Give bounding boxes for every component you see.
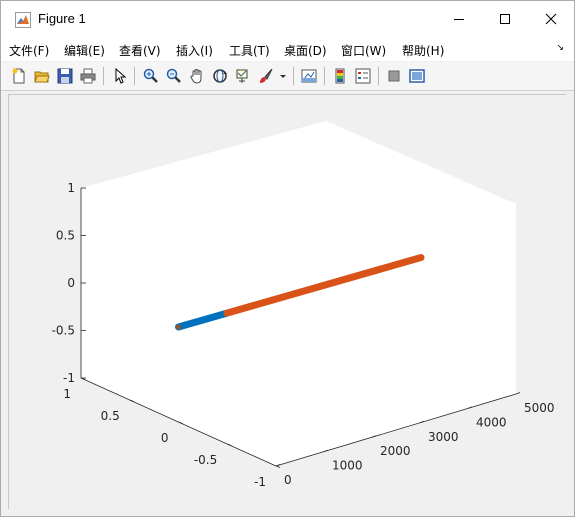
open-file-icon	[34, 71, 50, 83]
matlab-icon	[15, 12, 31, 28]
close-button[interactable]	[528, 1, 574, 37]
zoom-in-button[interactable]	[141, 66, 161, 86]
figure-toolbar	[1, 62, 574, 91]
maximize-button[interactable]	[482, 1, 528, 37]
series-start-marker	[176, 324, 181, 330]
z-tick-label: 0.5	[56, 229, 75, 243]
legend-icon	[355, 68, 371, 84]
menu-desktop[interactable]: 桌面(D)	[284, 42, 327, 59]
zoom-out-icon	[166, 68, 181, 83]
x-tick-label: 3000	[428, 430, 459, 444]
x-tick-label: 2000	[380, 444, 411, 458]
plot-3d[interactable]: 0 1000 2000 3000 4000 5000 -1 -0.5 0 0.5 1 -1 -0.5 0 0…	[9, 95, 566, 509]
toolbar-separator	[378, 67, 379, 85]
menu-bar: 文件(F) 编辑(E) 查看(V) 插入(I) 工具(T) 桌面(D) 窗口(W…	[1, 37, 574, 61]
brush-dropdown-button[interactable]	[277, 66, 287, 86]
window-title: Figure 1	[38, 11, 86, 26]
z-tick-label: 0	[67, 276, 75, 290]
z-tick-label: 1	[67, 181, 75, 195]
zoom-out-button[interactable]	[164, 66, 184, 86]
pan-button[interactable]	[187, 66, 207, 86]
open-file-button[interactable]	[32, 66, 52, 86]
menu-view[interactable]: 查看(V)	[119, 42, 161, 59]
new-figure-button[interactable]	[9, 66, 29, 86]
zoom-in-icon	[143, 68, 158, 83]
menu-file[interactable]: 文件(F)	[9, 42, 49, 59]
toolbar-separator	[134, 67, 135, 85]
x-tick-label: 1000	[332, 459, 363, 473]
print-icon	[80, 68, 96, 84]
y-tick-label: 0.5	[101, 409, 120, 423]
show-plot-tools-button[interactable]	[407, 66, 427, 86]
show-plot-tools-icon	[409, 69, 425, 83]
x-tick-label: 0	[284, 473, 292, 487]
x-tick-label: 5000	[524, 401, 555, 415]
dock-arrow-icon[interactable]: ↘	[556, 43, 564, 53]
y-tick	[275, 465, 281, 468]
legend-button[interactable]	[353, 66, 373, 86]
x-tick	[515, 392, 521, 395]
maximize-icon	[500, 14, 510, 24]
menu-tools[interactable]: 工具(T)	[229, 42, 270, 59]
figure-canvas: 0 1000 2000 3000 4000 5000 -1 -0.5 0 0.5 1 -1 -0.5 0 0…	[9, 95, 566, 509]
link-plot-icon	[301, 69, 317, 83]
menu-window[interactable]: 窗口(W)	[341, 42, 386, 59]
toolbar-separator	[324, 67, 325, 85]
title-bar[interactable]: Figure 1	[1, 1, 574, 37]
rotate-3d-button[interactable]	[210, 66, 230, 86]
link-plot-button[interactable]	[299, 66, 319, 86]
colorbar-button[interactable]	[330, 66, 350, 86]
save-icon	[57, 68, 73, 84]
brush-button[interactable]	[256, 66, 276, 86]
z-tick-label: -1	[63, 371, 75, 385]
menu-help[interactable]: 帮助(H)	[402, 42, 444, 59]
new-figure-icon	[12, 68, 25, 84]
y-tick-label: 1	[63, 387, 71, 401]
brush-dropdown-icon	[280, 75, 286, 78]
rotate-3d-icon	[213, 69, 227, 83]
menu-edit[interactable]: 编辑(E)	[64, 42, 105, 59]
minimize-button[interactable]	[436, 1, 482, 37]
pan-hand-icon	[190, 68, 202, 84]
toolbar-separator	[293, 67, 294, 85]
menu-insert[interactable]: 插入(I)	[176, 42, 213, 59]
brush-icon	[260, 68, 273, 83]
hide-plot-tools-button[interactable]	[384, 66, 404, 86]
close-icon	[545, 13, 557, 25]
print-button[interactable]	[78, 66, 98, 86]
data-cursor-button[interactable]	[233, 66, 253, 86]
pointer-icon	[115, 68, 127, 84]
hide-plot-tools-icon	[388, 70, 400, 82]
data-cursor-icon	[236, 69, 248, 83]
toolbar-separator	[103, 67, 104, 85]
y-tick-label: -0.5	[194, 453, 217, 467]
save-button[interactable]	[55, 66, 75, 86]
figure-window: Figure 1 文件(F) 编辑(E) 查看(V) 插入(I) 工具(T) 桌…	[0, 0, 575, 517]
minimize-icon	[454, 19, 464, 20]
x-tick-label: 4000	[476, 415, 507, 429]
colorbar-icon	[335, 68, 345, 84]
y-tick-label: -1	[254, 475, 266, 489]
pointer-button[interactable]	[110, 66, 130, 86]
y-tick-label: 0	[161, 431, 169, 445]
z-tick-label: -0.5	[52, 324, 75, 338]
